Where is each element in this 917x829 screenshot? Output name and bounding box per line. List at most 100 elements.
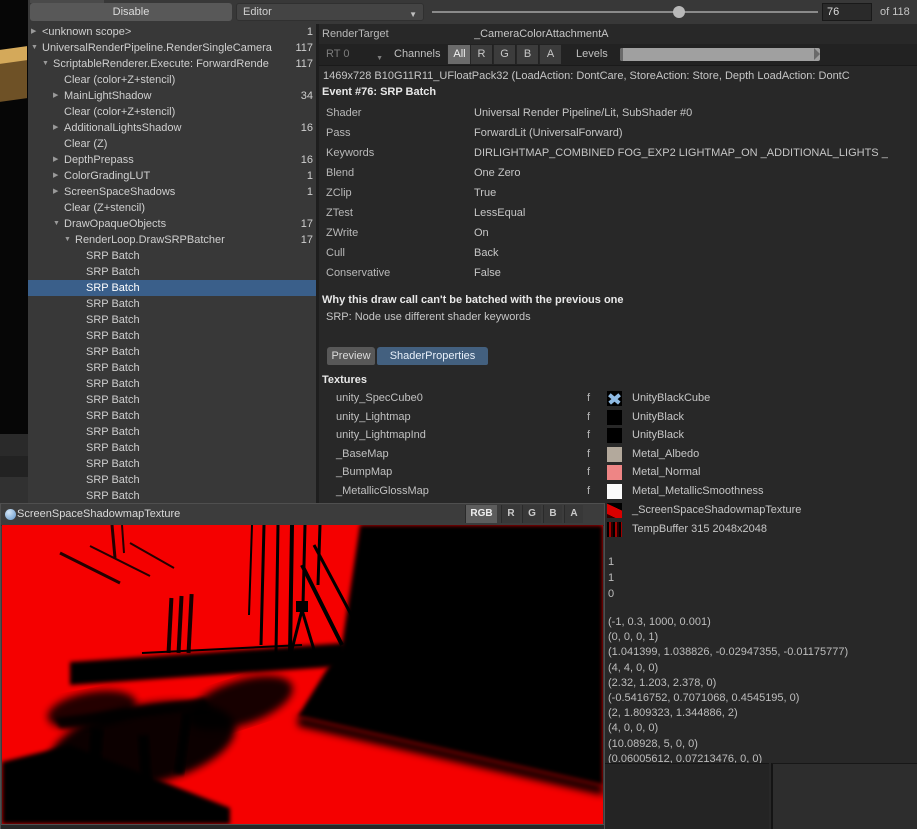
foldout-expanded-icon[interactable]: ▼ <box>64 232 71 248</box>
preview-channel-r[interactable]: R <box>501 505 520 523</box>
shader-property-row: PassForwardLit (UniversalForward) <box>319 125 917 141</box>
tree-row[interactable]: Clear (Z+stencil) <box>28 200 316 216</box>
tree-row[interactable]: SRP Batch <box>28 392 316 408</box>
channel-button-r[interactable]: R <box>470 45 492 64</box>
tree-row-label: Clear (Z+stencil) <box>64 200 282 216</box>
tree-row[interactable]: SRP Batch <box>28 360 316 376</box>
texture-thumbnail[interactable] <box>607 410 622 425</box>
texture-row[interactable]: unity_LightmapIndfUnityBlack <box>319 426 917 444</box>
rt-index-dropdown[interactable]: RT 0 ▼ <box>322 46 387 63</box>
tree-row[interactable]: ▶AdditionalLightsShadow16 <box>28 120 316 136</box>
tree-row[interactable]: ▶MainLightShadow34 <box>28 88 316 104</box>
tab-shaderproperties[interactable]: ShaderProperties <box>377 347 488 365</box>
texture-thumbnail[interactable] <box>607 447 622 462</box>
channel-button-g[interactable]: G <box>493 45 515 64</box>
foldout-expanded-icon[interactable]: ▼ <box>42 56 49 72</box>
tree-row[interactable]: ▶ColorGradingLUT1 <box>28 168 316 184</box>
texture-row[interactable]: unity_SpecCube0fUnityBlackCube <box>319 389 917 407</box>
tab-preview[interactable]: Preview <box>327 347 375 365</box>
event-slider[interactable] <box>430 0 820 24</box>
foldout-expanded-icon[interactable]: ▼ <box>53 216 60 232</box>
channel-button-b[interactable]: B <box>516 45 538 64</box>
levels-min-handle[interactable] <box>620 48 623 61</box>
tree-row[interactable]: SRP Batch <box>28 376 316 392</box>
tree-row-label: DepthPrepass <box>64 152 282 168</box>
preview-titlebar[interactable]: ScreenSpaceShadowmapTexture RGBRGBA <box>1 504 604 526</box>
shadowmap-preview-image[interactable] <box>2 525 603 824</box>
disable-button[interactable]: Disable <box>30 3 232 21</box>
texture-thumbnail[interactable] <box>607 522 622 537</box>
preview-channel-b[interactable]: B <box>543 505 562 523</box>
tree-row-label: SRP Batch <box>86 488 282 504</box>
event-title: Event #76: SRP Batch <box>322 86 436 98</box>
tree-row[interactable]: SRP Batch <box>28 280 316 296</box>
foldout-collapsed-icon[interactable]: ▶ <box>53 120 58 136</box>
tree-row[interactable]: Clear (Z) <box>28 136 316 152</box>
tree-row[interactable]: SRP Batch <box>28 424 316 440</box>
texture-row[interactable]: _BaseMapfMetal_Albedo <box>319 445 917 463</box>
texture-thumbnail[interactable] <box>607 484 622 499</box>
foldout-collapsed-icon[interactable]: ▶ <box>53 168 58 184</box>
tree-row-label: UniversalRenderPipeline.RenderSingleCame… <box>42 40 282 56</box>
preview-channel-g[interactable]: G <box>522 505 541 523</box>
texture-thumbnail[interactable] <box>607 428 622 443</box>
tree-row[interactable]: SRP Batch <box>28 312 316 328</box>
texture-thumbnail[interactable] <box>607 465 622 480</box>
property-value: Universal Render Pipeline/Lit, SubShader… <box>474 105 917 121</box>
tree-row-label: SRP Batch <box>86 440 282 456</box>
property-value: ForwardLit (UniversalForward) <box>474 125 917 141</box>
slider-handle[interactable] <box>673 6 685 18</box>
tree-row[interactable]: ▼ScriptableRenderer.Execute: ForwardRend… <box>28 56 316 72</box>
render-target-toolbar: RT 0 ▼ Channels AllRGBA Levels <box>319 44 917 66</box>
texture-row[interactable]: _BumpMapfMetal_Normal <box>319 463 917 481</box>
tree-row[interactable]: ▶ DepthPrepass 16 <box>28 152 316 168</box>
levels-range-slider[interactable] <box>620 48 820 61</box>
tree-row-count: 16 <box>301 152 313 168</box>
property-label: Shader <box>326 105 361 121</box>
foldout-collapsed-icon[interactable]: ▶ <box>53 184 58 200</box>
slider-track[interactable] <box>432 11 818 13</box>
scene-object <box>0 60 27 102</box>
tree-row[interactable]: SRP Batch <box>28 472 316 488</box>
tree-row[interactable]: SRP Batch <box>28 456 316 472</box>
tree-row-label: RenderLoop.DrawSRPBatcher <box>75 232 282 248</box>
tree-row[interactable]: Clear (color+Z+stencil) <box>28 104 316 120</box>
tree-row-count: 117 <box>295 40 313 56</box>
tree-row[interactable]: ▶<unknown scope>1 <box>28 24 316 40</box>
tree-row[interactable]: SRP Batch <box>28 344 316 360</box>
tree-row[interactable]: ▼UniversalRenderPipeline.RenderSingleCam… <box>28 40 316 56</box>
channel-button-all[interactable]: All <box>447 45 471 64</box>
foldout-collapsed-icon[interactable]: ▶ <box>53 88 58 104</box>
tree-row-label: SRP Batch <box>86 472 282 488</box>
shader-property-row: ConservativeFalse <box>319 265 917 281</box>
tree-row-label: Clear (color+Z+stencil) <box>64 104 282 120</box>
texture-row[interactable]: unity_LightmapfUnityBlack <box>319 408 917 426</box>
tree-row[interactable]: SRP Batch <box>28 408 316 424</box>
levels-max-handle[interactable] <box>814 48 820 60</box>
tree-row[interactable]: SRP Batch <box>28 248 316 264</box>
tree-row[interactable]: SRP Batch <box>28 488 316 504</box>
foldout-collapsed-icon[interactable]: ▶ <box>31 24 36 40</box>
tree-row[interactable]: SRP Batch <box>28 296 316 312</box>
tree-row[interactable]: SRP Batch <box>28 264 316 280</box>
tree-row[interactable]: Clear (color+Z+stencil) <box>28 72 316 88</box>
target-selector-dropdown[interactable]: Editor ▼ <box>236 3 424 21</box>
channel-button-a[interactable]: A <box>539 45 561 64</box>
foldout-collapsed-icon[interactable]: ▶ <box>53 152 58 168</box>
texture-thumbnail[interactable] <box>607 391 622 406</box>
tree-row[interactable]: ▶ScreenSpaceShadows1 <box>28 184 316 200</box>
tree-row-label: SRP Batch <box>86 264 282 280</box>
tree-row-count: 1 <box>307 168 313 184</box>
tree-row[interactable]: SRP Batch <box>28 440 316 456</box>
texture-row[interactable]: _MetallicGlossMapfMetal_MetallicSmoothne… <box>319 482 917 500</box>
tree-row[interactable]: ▼RenderLoop.DrawSRPBatcher17 <box>28 232 316 248</box>
preview-channel-a[interactable]: A <box>564 505 583 523</box>
foldout-expanded-icon[interactable]: ▼ <box>31 40 38 56</box>
texture-thumbnail[interactable] <box>607 503 622 518</box>
window-bottom-chrome <box>1 824 604 829</box>
shader-property-row: ZClipTrue <box>319 185 917 201</box>
tree-row[interactable]: ▼DrawOpaqueObjects17 <box>28 216 316 232</box>
tree-row[interactable]: SRP Batch <box>28 328 316 344</box>
preview-channel-rgb[interactable]: RGB <box>465 505 497 523</box>
event-number-field[interactable] <box>822 3 872 21</box>
